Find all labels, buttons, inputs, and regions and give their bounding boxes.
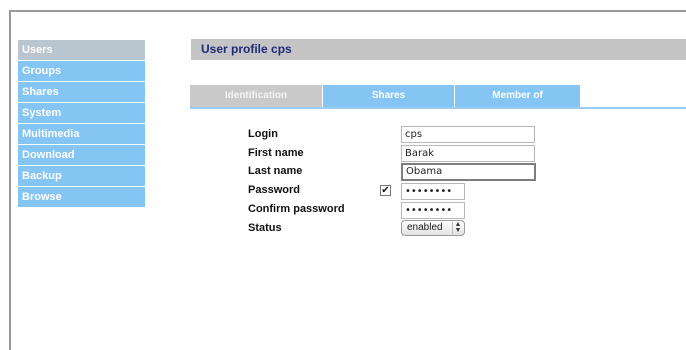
sidebar-item-users[interactable]: Users (18, 40, 145, 60)
updown-arrows-icon: ▲ ▼ (452, 221, 463, 234)
sidebar-item-backup[interactable]: Backup (18, 166, 145, 186)
sidebar-item-groups[interactable]: Groups (18, 61, 145, 81)
confirm-password-field[interactable]: •••••••• (401, 202, 465, 219)
status-select-value: enabled (407, 222, 443, 233)
confirm-password-label: Confirm password (248, 203, 345, 215)
last-name-label: Last name (248, 165, 303, 177)
tab-identification[interactable]: Identification (190, 85, 322, 107)
page-title: User profile cps (201, 42, 292, 56)
last-name-field[interactable]: Obama (401, 163, 536, 181)
first-name-field[interactable]: Barak (401, 145, 535, 162)
status-select[interactable]: enabled ▲ ▼ (401, 220, 465, 236)
status-label: Status (248, 222, 282, 234)
page-title-bar: User profile cps (191, 39, 686, 60)
sidebar-item-multimedia[interactable]: Multimedia (18, 124, 145, 144)
sidebar-item-download[interactable]: Download (18, 145, 145, 165)
password-field[interactable]: •••••••• (401, 183, 465, 200)
sidebar-item-browse[interactable]: Browse (18, 187, 145, 207)
password-checkbox[interactable]: ✔ (380, 185, 391, 196)
sidebar-menu: Users Groups Shares System Multimedia Do… (18, 40, 145, 208)
tab-underline (190, 107, 686, 109)
sidebar-item-system[interactable]: System (18, 103, 145, 123)
first-name-label: First name (248, 147, 304, 159)
login-field[interactable]: cps (401, 126, 535, 143)
tab-shares[interactable]: Shares (322, 85, 454, 107)
password-label: Password (248, 184, 300, 196)
sidebar-item-shares[interactable]: Shares (18, 82, 145, 102)
tab-member-of[interactable]: Member of (454, 85, 580, 107)
tab-bar: Identification Shares Member of (190, 85, 580, 107)
login-label: Login (248, 128, 278, 140)
